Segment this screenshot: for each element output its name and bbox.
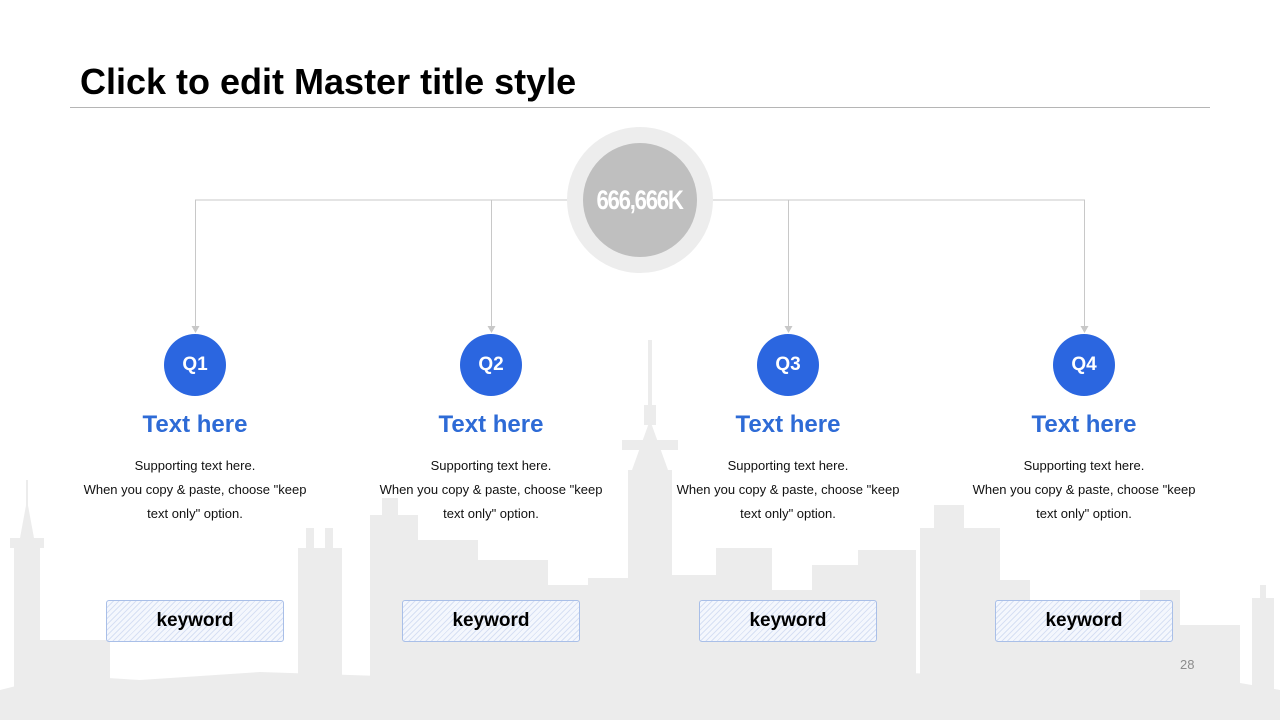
q2-heading[interactable]: Text here — [361, 410, 621, 440]
q4-body-line: Supporting text here. — [1023, 458, 1145, 473]
q3-heading[interactable]: Text here — [658, 410, 918, 440]
q3-body-line: Supporting text here. — [727, 458, 849, 473]
page-number: 28 — [1180, 657, 1195, 672]
q3-body-line: When you copy & paste, choose "keep — [676, 482, 900, 497]
quarter-column-q4: Q4 Text here Supporting text here. When … — [954, 330, 1214, 526]
hub-circle[interactable]: 666,666K — [583, 143, 697, 257]
q3-badge[interactable]: Q3 — [757, 334, 819, 396]
q1-heading[interactable]: Text here — [65, 410, 325, 440]
slide-title[interactable]: Click to edit Master title style — [80, 60, 576, 104]
q4-heading[interactable]: Text here — [954, 410, 1214, 440]
q4-keyword-box[interactable]: keyword — [995, 600, 1173, 642]
q2-keyword-box[interactable]: keyword — [402, 600, 580, 642]
q1-body-line: Supporting text here. — [134, 458, 256, 473]
quarter-column-q1: Q1 Text here Supporting text here. When … — [65, 330, 325, 526]
q1-body[interactable]: Supporting text here. When you copy & pa… — [65, 454, 325, 526]
q4-body[interactable]: Supporting text here. When you copy & pa… — [954, 454, 1214, 526]
quarter-column-q2: Q2 Text here Supporting text here. When … — [361, 330, 621, 526]
q2-badge[interactable]: Q2 — [460, 334, 522, 396]
q3-body[interactable]: Supporting text here. When you copy & pa… — [658, 454, 918, 526]
quarter-column-q3: Q3 Text here Supporting text here. When … — [658, 330, 918, 526]
q4-badge[interactable]: Q4 — [1053, 334, 1115, 396]
q1-body-line: text only" option. — [147, 506, 243, 521]
q3-body-line: text only" option. — [740, 506, 836, 521]
q2-body[interactable]: Supporting text here. When you copy & pa… — [361, 454, 621, 526]
q2-body-line: Supporting text here. — [430, 458, 552, 473]
q4-body-line: text only" option. — [1036, 506, 1132, 521]
q1-keyword-box[interactable]: keyword — [106, 600, 284, 642]
title-divider — [70, 107, 1210, 108]
q2-body-line: text only" option. — [443, 506, 539, 521]
q3-keyword-box[interactable]: keyword — [699, 600, 877, 642]
q4-body-line: When you copy & paste, choose "keep — [972, 482, 1196, 497]
q2-body-line: When you copy & paste, choose "keep — [379, 482, 603, 497]
q1-badge[interactable]: Q1 — [164, 334, 226, 396]
hub-value: 666,666K — [596, 184, 684, 215]
q1-body-line: When you copy & paste, choose "keep — [83, 482, 307, 497]
